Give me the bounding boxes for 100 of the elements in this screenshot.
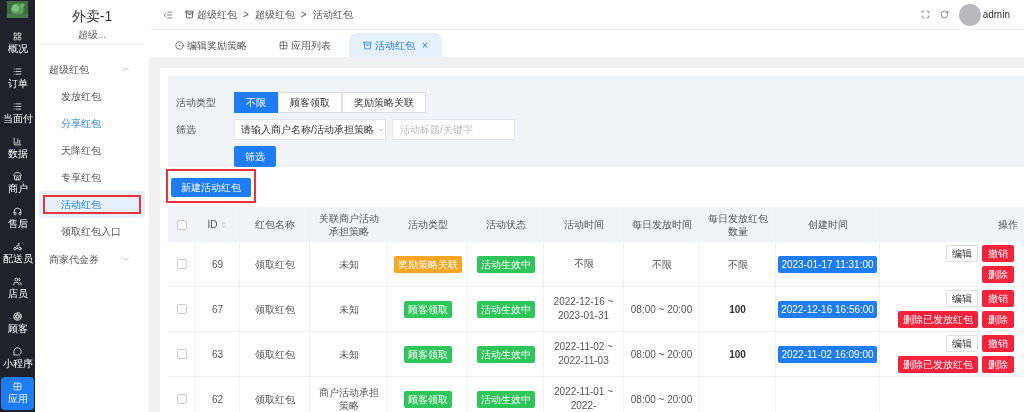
table-cell-text: 100 <box>729 302 746 317</box>
nav-rail-item[interactable]: 数据 <box>1 132 34 165</box>
users-icon <box>13 277 22 286</box>
table-cell-text: 不限 <box>727 257 748 272</box>
select-field[interactable]: 请输入商户名称/活动承担策略 <box>234 119 386 140</box>
table-cell-text: 2022-11-02 ~ 2022-11-03 <box>553 340 614 368</box>
column-header: 红包名称 <box>254 218 295 231</box>
edit-button[interactable]: 编辑 <box>946 290 978 307</box>
menu-group[interactable]: 超级红包 <box>35 55 149 83</box>
menu-item[interactable]: 领取红包入口 <box>39 218 145 245</box>
table-cell-text: 不限 <box>651 257 672 272</box>
checkbox[interactable] <box>176 259 187 269</box>
menu-item[interactable]: 发放红包 <box>39 83 145 110</box>
box-icon <box>185 10 194 19</box>
danger-button[interactable]: 撤销 <box>982 290 1014 307</box>
segment-button[interactable]: 奖励策略关联 <box>342 92 426 113</box>
column-header: 关联商户活动承担策略 <box>317 211 380 238</box>
table-cell-text: 领取红包 <box>254 347 295 362</box>
table-cell-text: 2022-12-16 ~ 2023-01-31 <box>552 295 615 323</box>
breadcrumb-item[interactable]: 活动红包 <box>312 7 353 22</box>
table-cell-text: 领取红包 <box>254 392 295 407</box>
checkbox[interactable] <box>176 304 187 314</box>
breadcrumb-item[interactable]: 超级红包 <box>254 7 295 22</box>
list-icon <box>13 102 22 111</box>
page-tab[interactable]: 应用列表 <box>265 33 345 57</box>
edit-button[interactable]: 编辑 <box>946 245 978 262</box>
nav-rail-item[interactable]: 应用 <box>1 377 34 410</box>
table-cell-text: 100 <box>729 347 746 362</box>
danger-button[interactable]: 撤销 <box>982 245 1014 262</box>
table-cell: 不限 <box>573 257 594 271</box>
date-tag: 2023-01-17 11:31:00 <box>778 255 877 273</box>
nav-rail-item[interactable]: 商户 <box>1 167 34 200</box>
danger-button[interactable]: 删除 <box>982 311 1014 328</box>
checkbox[interactable] <box>176 394 187 404</box>
user-name[interactable]: admin <box>982 7 1010 22</box>
refresh-icon[interactable] <box>939 10 949 19</box>
filter-button[interactable]: 筛选 <box>234 146 276 167</box>
fullscreen-icon[interactable] <box>920 10 930 19</box>
page-tab[interactable]: 活动红包 × <box>349 33 442 57</box>
apps-icon <box>279 40 288 50</box>
menu-item[interactable]: 分享红包 <box>39 110 145 137</box>
nav-rail-item[interactable]: 概况 <box>1 27 34 60</box>
nav-rail-item[interactable]: 售后 <box>1 202 34 235</box>
breadcrumb-separator: > <box>300 8 307 22</box>
table-cell-text: 63 <box>211 347 224 362</box>
type-tag: 奖励策略关联 <box>393 255 462 273</box>
menu-group[interactable]: 商家代金券 <box>35 245 149 273</box>
aperture-icon <box>13 312 22 321</box>
status-tag: 活动生效中 <box>476 300 535 318</box>
nav-rail-item[interactable]: 订单 <box>1 62 34 95</box>
column-header: 活动类型 <box>407 218 448 231</box>
table-cell: 未知 <box>338 302 359 316</box>
column-header[interactable]: ID <box>207 218 218 231</box>
table-cell: 未知 <box>338 347 359 361</box>
segment-button[interactable]: 顾客领取 <box>278 92 342 113</box>
filter-label: 活动类型 <box>176 96 217 110</box>
danger-button[interactable]: 删除已发放红包 <box>898 311 978 328</box>
column-header: 活动状态 <box>485 218 526 231</box>
danger-button[interactable]: 撤销 <box>982 335 1014 352</box>
table-cell: 未知 <box>338 257 359 271</box>
nav-rail-item[interactable]: 店员 <box>1 272 34 305</box>
store-icon <box>13 172 22 181</box>
danger-button[interactable]: 删除 <box>982 356 1014 373</box>
chevron-up-icon <box>121 64 131 74</box>
column-header: 创建时间 <box>807 218 848 231</box>
box-icon <box>363 40 372 50</box>
keyword-field[interactable]: 活动标题/关键字 <box>392 119 515 140</box>
date-tag: 2022-11-02 16:09:00 <box>778 345 877 363</box>
nav-rail-item[interactable]: 配送员 <box>1 237 34 270</box>
danger-button[interactable]: 删除已发放红包 <box>898 356 978 373</box>
list-icon <box>13 67 22 76</box>
grid-icon <box>13 32 22 41</box>
close-icon[interactable]: × <box>422 37 428 53</box>
column-header: 每日发放红包数量 <box>706 211 769 238</box>
nav-rail-item[interactable]: 顾客 <box>1 307 34 340</box>
table-cell-text: 08:00 ~ 20:00 <box>630 347 693 362</box>
collapse-icon[interactable] <box>163 9 173 20</box>
sort-icon[interactable] <box>219 220 228 229</box>
type-tag: 顾客领取 <box>403 390 452 408</box>
breadcrumb-item[interactable]: 超级红包 <box>197 7 237 22</box>
segment-button[interactable]: 不限 <box>234 92 278 113</box>
chat-icon <box>13 347 22 356</box>
new-button[interactable]: 新建活动红包 <box>171 178 251 197</box>
nav-rail-item[interactable]: 当面付 <box>1 97 34 130</box>
column-header: 活动时间 <box>563 218 604 231</box>
checkbox[interactable] <box>176 219 187 230</box>
danger-button[interactable]: 删除 <box>982 266 1014 283</box>
table-cell-text: 62 <box>211 392 224 407</box>
bike-icon <box>13 242 22 251</box>
filter-label: 筛选 <box>176 123 197 137</box>
checkbox[interactable] <box>176 349 187 359</box>
avatar[interactable] <box>958 3 981 26</box>
menu-item[interactable]: 活动红包 <box>39 191 145 218</box>
menu-item[interactable]: 天降红包 <box>39 137 145 164</box>
page-tab[interactable]: 编辑奖励策略 <box>161 33 261 57</box>
edit-button[interactable]: 编辑 <box>946 335 978 352</box>
table-cell-text: 67 <box>211 302 224 317</box>
nav-rail-item[interactable]: 小程序 <box>1 342 34 375</box>
status-tag: 活动生效中 <box>476 255 535 273</box>
menu-item[interactable]: 专享红包 <box>39 164 145 191</box>
